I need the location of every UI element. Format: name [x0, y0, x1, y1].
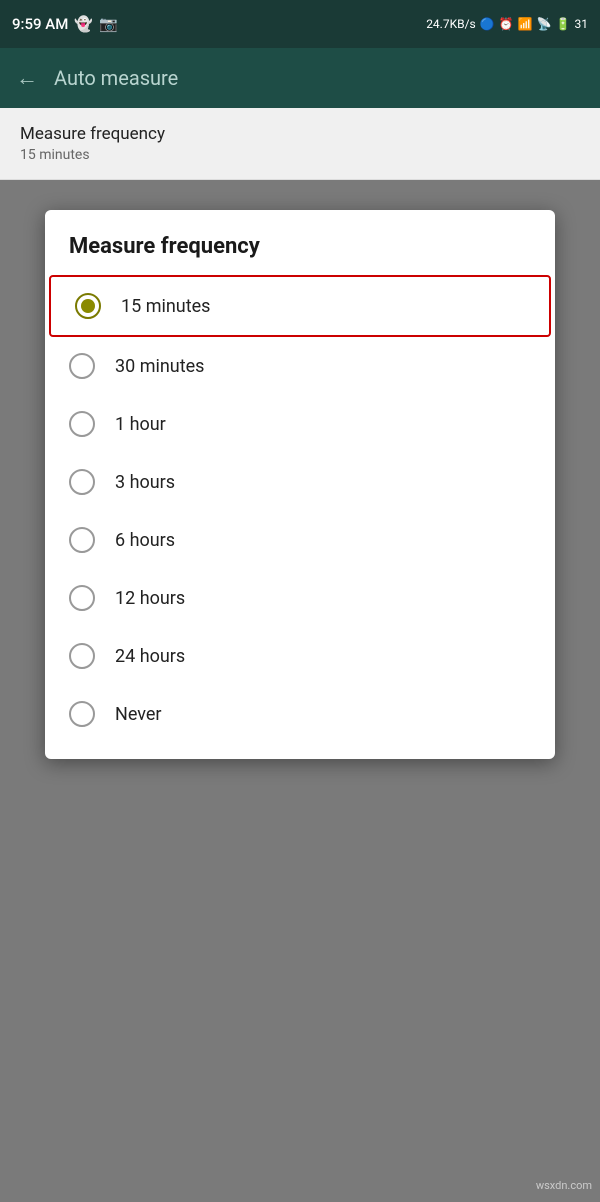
radio-option-3hours[interactable]: 3 hours	[45, 453, 555, 511]
signal-icon: 📶	[518, 17, 533, 31]
radio-label-30min: 30 minutes	[115, 356, 204, 377]
settings-item-subtitle: 15 minutes	[20, 147, 580, 163]
radio-circle-15min	[75, 293, 101, 319]
radio-option-15min[interactable]: 15 minutes	[49, 275, 551, 337]
radio-label-15min: 15 minutes	[121, 296, 210, 317]
radio-circle-3hours	[69, 469, 95, 495]
status-left: 9:59 AM 👻 📷	[12, 15, 118, 33]
radio-option-6hours[interactable]: 6 hours	[45, 511, 555, 569]
settings-item-title: Measure frequency	[20, 124, 580, 144]
radio-option-24hours[interactable]: 24 hours	[45, 627, 555, 685]
settings-measure-frequency[interactable]: Measure frequency 15 minutes	[0, 108, 600, 180]
watermark: wsxdn.com	[536, 1179, 592, 1192]
status-bar: 9:59 AM 👻 📷 24.7KB/s 🔵 ⏰ 📶 📡 🔋 31	[0, 0, 600, 48]
status-right: 24.7KB/s 🔵 ⏰ 📶 📡 🔋 31	[426, 17, 588, 31]
battery-icon: 🔋	[556, 17, 571, 31]
radio-circle-24hours	[69, 643, 95, 669]
background-overlay: Measure frequency 15 minutes 30 minutes …	[0, 180, 600, 1202]
radio-circle-1hour	[69, 411, 95, 437]
app-bar: ← Auto measure	[0, 48, 600, 108]
radio-circle-6hours	[69, 527, 95, 553]
radio-label-12hours: 12 hours	[115, 588, 185, 609]
snapchat-icon: 👻	[74, 15, 93, 33]
radio-label-1hour: 1 hour	[115, 414, 166, 435]
dialog-title: Measure frequency	[45, 234, 555, 275]
radio-option-12hours[interactable]: 12 hours	[45, 569, 555, 627]
radio-circle-12hours	[69, 585, 95, 611]
radio-option-1hour[interactable]: 1 hour	[45, 395, 555, 453]
radio-label-24hours: 24 hours	[115, 646, 185, 667]
back-button[interactable]: ←	[16, 65, 38, 91]
wifi-icon: 📡	[537, 17, 552, 31]
bluetooth-icon: 🔵	[480, 17, 495, 31]
radio-circle-never	[69, 701, 95, 727]
radio-circle-30min	[69, 353, 95, 379]
measure-frequency-dialog: Measure frequency 15 minutes 30 minutes …	[45, 210, 555, 759]
time: 9:59 AM	[12, 15, 68, 33]
radio-label-3hours: 3 hours	[115, 472, 175, 493]
battery-level: 31	[575, 17, 589, 31]
clock-icon: ⏰	[499, 17, 514, 31]
camera-icon: 📷	[99, 15, 118, 33]
radio-label-never: Never	[115, 704, 162, 725]
radio-option-never[interactable]: Never	[45, 685, 555, 743]
app-bar-title: Auto measure	[54, 66, 178, 90]
radio-label-6hours: 6 hours	[115, 530, 175, 551]
radio-option-30min[interactable]: 30 minutes	[45, 337, 555, 395]
network-speed: 24.7KB/s	[426, 17, 476, 31]
